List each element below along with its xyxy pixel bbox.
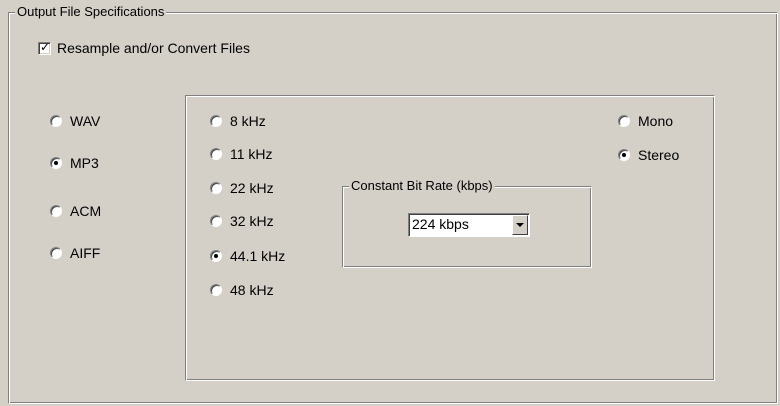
radio-indicator[interactable] bbox=[210, 284, 222, 296]
sample-rate-label: 48 kHz bbox=[230, 282, 274, 298]
checkbox-box[interactable]: ✓ bbox=[38, 39, 51, 55]
chevron-down-icon bbox=[516, 222, 524, 227]
radio-indicator[interactable] bbox=[50, 205, 62, 217]
format-radio-aiff[interactable]: AIFF bbox=[50, 245, 100, 261]
radio-indicator[interactable] bbox=[210, 115, 222, 127]
format-label: AIFF bbox=[70, 245, 101, 261]
format-radio-acm[interactable]: ACM bbox=[50, 203, 101, 219]
format-label: MP3 bbox=[70, 155, 99, 171]
channel-label: Mono bbox=[638, 113, 674, 129]
channel-radio-stereo[interactable]: Stereo bbox=[618, 147, 679, 163]
sample-rate-label: 22 kHz bbox=[230, 180, 274, 196]
format-radio-wav[interactable]: WAV bbox=[50, 113, 100, 129]
channel-label: Stereo bbox=[638, 147, 680, 163]
constant-bit-rate-legend: Constant Bit Rate (kbps) bbox=[349, 178, 495, 194]
sample-rate-label: 32 kHz bbox=[230, 213, 274, 229]
format-label: ACM bbox=[70, 203, 102, 219]
sample-rate-label: 11 kHz bbox=[230, 146, 273, 162]
sample-rate-radio-11khz[interactable]: 11 kHz bbox=[210, 146, 273, 162]
bitrate-dropdown[interactable]: 224 kbps bbox=[408, 213, 530, 237]
dropdown-button[interactable] bbox=[512, 215, 528, 235]
sample-rate-label: 8 kHz bbox=[230, 113, 266, 129]
format-label: WAV bbox=[70, 113, 101, 129]
sample-rate-radio-8khz[interactable]: 8 kHz bbox=[210, 113, 266, 129]
radio-indicator[interactable] bbox=[210, 182, 222, 194]
sample-rate-radio-32khz[interactable]: 32 kHz bbox=[210, 213, 274, 229]
checkmark-icon: ✓ bbox=[40, 39, 51, 54]
radio-indicator[interactable] bbox=[210, 148, 222, 160]
resample-checkbox[interactable]: ✓ Resample and/or Convert Files bbox=[38, 40, 250, 56]
radio-indicator[interactable] bbox=[618, 115, 630, 127]
output-file-specifications-legend: Output File Specifications bbox=[15, 4, 167, 20]
sample-rate-radio-48khz[interactable]: 48 kHz bbox=[210, 282, 274, 298]
resample-label: Resample and/or Convert Files bbox=[57, 40, 250, 56]
sample-rate-label: 44.1 kHz bbox=[230, 248, 286, 264]
radio-indicator[interactable] bbox=[50, 157, 62, 169]
radio-indicator[interactable] bbox=[210, 250, 222, 262]
sample-rate-radio-44-1khz[interactable]: 44.1 kHz bbox=[210, 248, 285, 264]
channel-radio-mono[interactable]: Mono bbox=[618, 113, 673, 129]
format-radio-mp3[interactable]: MP3 bbox=[50, 155, 99, 171]
sample-rate-radio-22khz[interactable]: 22 kHz bbox=[210, 180, 274, 196]
bitrate-value: 224 kbps bbox=[412, 216, 469, 232]
radio-indicator[interactable] bbox=[618, 149, 630, 161]
radio-indicator[interactable] bbox=[210, 215, 222, 227]
radio-indicator[interactable] bbox=[50, 115, 62, 127]
radio-indicator[interactable] bbox=[50, 247, 62, 259]
